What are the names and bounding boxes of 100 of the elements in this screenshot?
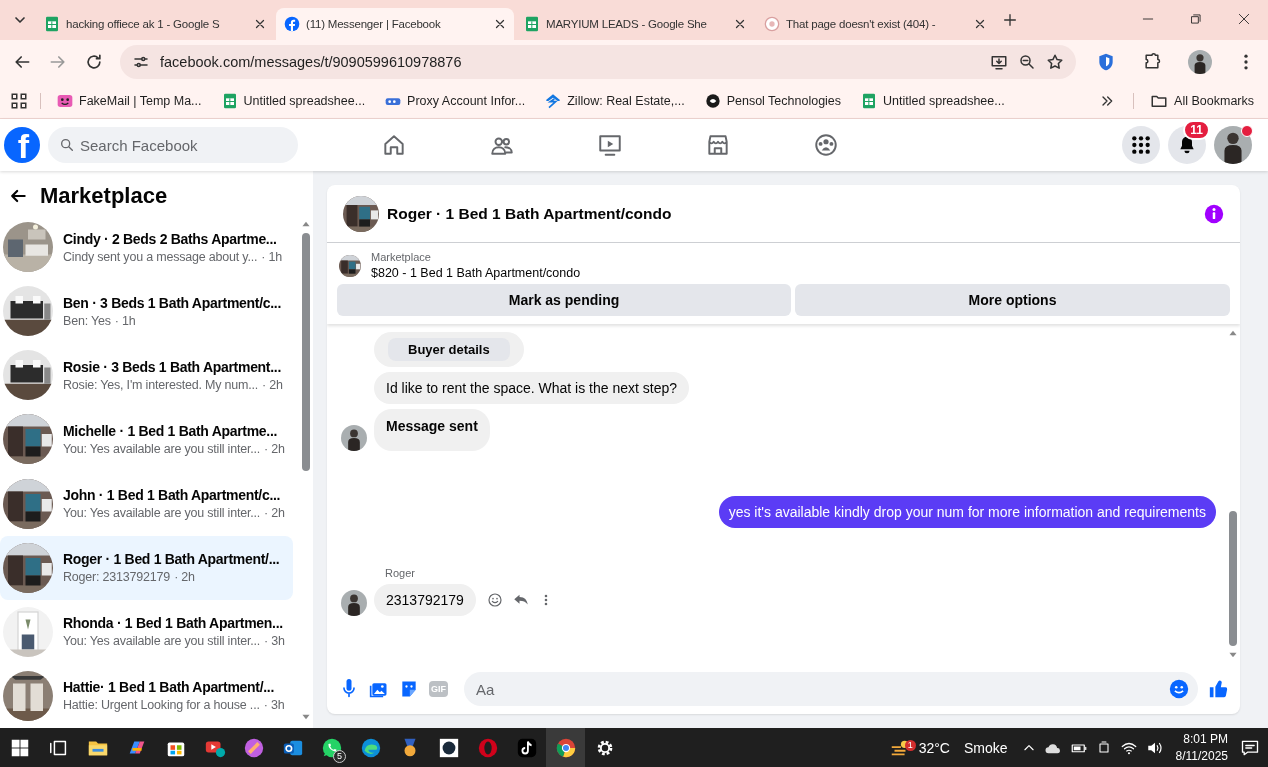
conversation-item[interactable]: Cindy · 2 Beds 2 Baths Apartme... Cindy sent you a message about y... · 1h <box>0 215 293 280</box>
message-bubble: 2313792179 <box>374 584 476 616</box>
message-preview: Ben: Yes <box>63 313 111 328</box>
listing-label: Marketplace <box>371 251 432 263</box>
message-time: · 1h <box>261 249 283 264</box>
conversation-title: Roger · 1 Bed 1 Bath Apartment/... <box>63 551 280 568</box>
scroll-down-icon[interactable] <box>301 712 311 722</box>
message-field[interactable]: Aa <box>464 672 1198 706</box>
sidebar-title: Marketplace <box>40 183 168 209</box>
install-icon[interactable] <box>990 53 1008 71</box>
bookmark[interactable]: Zillow: Real Estate,... <box>537 89 693 113</box>
conversation-item[interactable]: John · 1 Bed 1 Bath Apartment/c... You: Yes available are you still inter... · 2h <box>0 471 293 536</box>
spreadsheet-icon <box>861 93 878 109</box>
scroll-thumb[interactable] <box>1229 511 1237 646</box>
conversation-item[interactable]: Hattie· 1 Bed 1 Bath Apartment/... Hattie: Urgent Looking for a house ... · 3h <box>0 663 293 728</box>
bookmark[interactable]: Proxy Account Infor... <box>377 89 534 113</box>
zoom-icon[interactable] <box>1018 53 1036 71</box>
close-icon[interactable] <box>734 18 746 30</box>
profile-avatar <box>1214 126 1252 164</box>
conversation-title: Hattie· 1 Bed 1 Bath Apartment/... <box>63 679 275 696</box>
spreadsheet-icon <box>221 93 238 109</box>
smiley-icon <box>57 93 73 109</box>
message-bubble: Message sent <box>374 409 490 451</box>
scroll-up-icon[interactable] <box>301 219 311 229</box>
conversation-title: Rhonda · 1 Bed 1 Bath Apartmen... <box>63 615 284 632</box>
message-time: · 3h <box>264 634 285 649</box>
chrome-icon[interactable] <box>554 736 577 759</box>
address-bar[interactable]: facebook.com/messages/t/9090599610978876 <box>120 45 1076 79</box>
emoji-icon[interactable] <box>1168 678 1190 700</box>
gradient-app-icon[interactable] <box>242 736 265 759</box>
message-time: · 3h <box>263 698 285 713</box>
clock-date[interactable]: 8/11/2025 <box>1175 749 1228 763</box>
browser-tab[interactable]: (11) Messenger | Facebook <box>276 8 514 40</box>
conversation-title: Michelle · 1 Bed 1 Bath Apartme... <box>63 422 279 439</box>
square-app-icon[interactable] <box>437 736 460 759</box>
thumbs-up-icon[interactable] <box>1208 678 1230 700</box>
message-time: · 2h <box>262 377 283 392</box>
message-bubble: Id like to rent the space. What is the next step? <box>374 372 690 404</box>
mark-pending-button[interactable]: Mark as pending <box>337 284 791 316</box>
edge-icon[interactable] <box>359 736 382 759</box>
clock-time[interactable]: 8:01 PM <box>1183 732 1228 746</box>
chat-title: Roger · 1 Bed 1 Bath Apartment/condo <box>387 204 673 223</box>
message-preview: You: Yes available are you still inter... <box>63 441 261 456</box>
emoji-icon[interactable] <box>486 592 503 608</box>
weather-condition: Smoke <box>963 739 1008 756</box>
conversation-title: John · 1 Bed 1 Bath Apartment/c... <box>63 487 282 504</box>
browser-tab[interactable]: That page doesn't exist (404) - <box>756 8 994 40</box>
search-icon <box>59 137 75 153</box>
close-icon[interactable] <box>974 18 986 30</box>
spreadsheet-icon <box>44 16 60 32</box>
new-tab-icon[interactable] <box>1002 12 1018 28</box>
conversation-item[interactable]: Rhonda · 1 Bed 1 Bath Apartmen... You: Yes available are you still inter... · 3h <box>0 599 293 664</box>
tiktok-icon[interactable] <box>515 736 538 759</box>
star-icon[interactable] <box>1046 53 1064 71</box>
bookmark-folder[interactable]: All Bookmarks <box>1142 88 1262 114</box>
opera-icon[interactable] <box>476 736 499 759</box>
bookmark[interactable]: Pensol Technologies <box>696 89 850 113</box>
conversation-item[interactable]: Michelle · 1 Bed 1 Bath Apartme... You: Yes available are you still inter... · 2h <box>0 407 293 472</box>
scroll-up-icon[interactable] <box>1228 328 1238 338</box>
facebook-icon <box>284 16 300 32</box>
menu-button[interactable] <box>1122 126 1160 164</box>
message-time: · 2h <box>264 506 285 521</box>
close-icon[interactable] <box>494 18 506 30</box>
more-options-button[interactable]: More options <box>795 284 1230 316</box>
facebook-logo[interactable]: f <box>4 127 40 163</box>
message-time: · 1h <box>114 313 136 328</box>
conversation-item[interactable]: Roger · 1 Bed 1 Bath Apartment/... Roger: 2313792179 · 2h <box>0 535 293 600</box>
conversation-title: Ben · 3 Beds 1 Bath Apartment/c... <box>63 294 281 311</box>
close-icon[interactable] <box>254 18 266 30</box>
groups-icon[interactable] <box>813 132 839 158</box>
info-icon[interactable] <box>1204 203 1224 224</box>
message-preview: Cindy sent you a message about y... <box>63 249 258 264</box>
browser-tab[interactable]: hacking offiece ak 1 - Google S <box>36 8 274 40</box>
message-preview: Roger: 2313792179 <box>63 570 171 585</box>
conversation-item[interactable]: Rosie · 3 Beds 1 Bath Apartment... Rosie: Yes, I'm interested. My num... · 2h <box>0 343 293 408</box>
message-preview: You: Yes available are you still inter... <box>63 634 261 649</box>
bookmark[interactable]: FakeMail | Temp Ma... <box>49 89 210 113</box>
bookmark[interactable]: Untitled spreadshee... <box>853 89 1013 113</box>
sender-name: Roger <box>385 567 416 579</box>
menu-grid-icon <box>1131 135 1151 155</box>
listing-title[interactable]: $820 - 1 Bed 1 Bath Apartment/condo <box>371 266 581 280</box>
buyer-details-button[interactable]: Buyer details <box>388 338 510 361</box>
conversation-title: Cindy · 2 Beds 2 Baths Apartme... <box>63 230 278 247</box>
status-dot <box>1241 125 1253 137</box>
notification-badge: 11 <box>1183 120 1210 140</box>
browser-tab[interactable]: MARYIUM LEADS - Google She <box>516 8 754 40</box>
search-field[interactable]: Search Facebook <box>48 127 298 163</box>
scroll-thumb[interactable] <box>302 233 310 471</box>
house-icon <box>545 93 562 109</box>
message-preview: You: Yes available are you still inter... <box>63 506 261 521</box>
sticker-icon[interactable] <box>399 679 419 699</box>
bookmark[interactable]: Untitled spreadshee... <box>213 89 374 113</box>
scroll-down-icon[interactable] <box>1228 650 1238 660</box>
message-preview: Hattie: Urgent Looking for a house ... <box>63 698 260 713</box>
message-bubble: yes it's available kindly drop your num for more information and requirements <box>718 496 1216 528</box>
conversation-item[interactable]: Ben · 3 Beds 1 Bath Apartment/c... Ben: Yes · 1h <box>0 279 293 344</box>
whatsapp-icon[interactable] <box>320 736 343 759</box>
temperature: 32°C <box>918 739 950 756</box>
conversation-title: Rosie · 3 Beds 1 Bath Apartment... <box>63 358 282 375</box>
error-page-icon <box>764 16 780 32</box>
